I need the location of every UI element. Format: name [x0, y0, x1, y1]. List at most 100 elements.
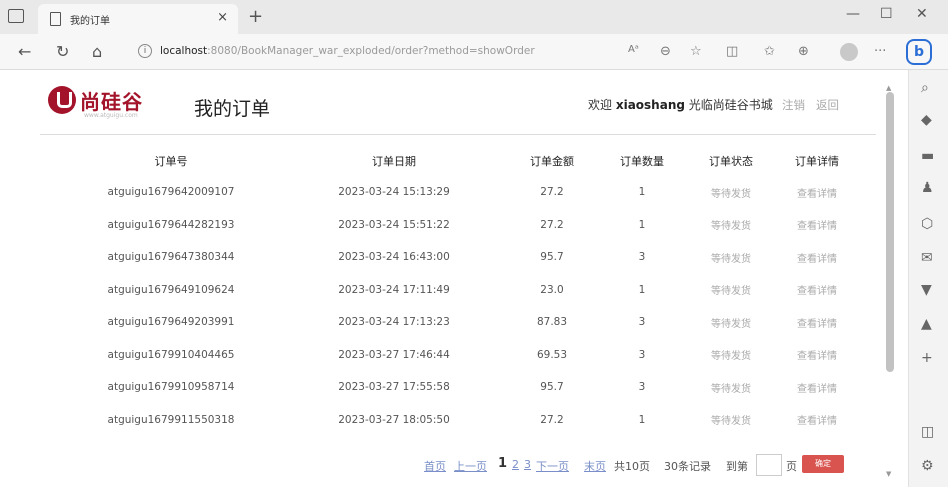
order-id: atguigu1679911550318: [107, 413, 235, 426]
profile-icon[interactable]: [840, 43, 858, 61]
order-detail-link[interactable]: 查看详情: [776, 371, 858, 404]
split-screen-icon[interactable]: ◫: [726, 44, 738, 59]
maximize-icon[interactable]: ☐: [880, 6, 893, 22]
order-detail-link[interactable]: 查看详情: [776, 176, 858, 209]
url-field[interactable]: i localhost:8080/BookManager_war_explode…: [132, 40, 602, 64]
page-link-3[interactable]: 3: [524, 458, 531, 471]
back-icon[interactable]: ←: [18, 42, 31, 61]
order-detail-link[interactable]: 查看详情: [776, 274, 858, 307]
tag-icon[interactable]: ◆: [921, 112, 932, 128]
refresh-icon[interactable]: ↻: [56, 42, 69, 61]
scroll-up-icon[interactable]: ▲: [886, 84, 891, 92]
order-id: atguigu1679910404465: [107, 348, 235, 361]
office-icon[interactable]: ⬡: [921, 216, 933, 232]
order-detail-link[interactable]: 查看详情: [776, 306, 858, 339]
tab-actions-icon[interactable]: [8, 9, 24, 23]
site-header: 尚硅谷 www.atguigu.com 我的订单 欢迎 xiaoshang 光临…: [40, 84, 872, 126]
order-id: atguigu1679642009107: [107, 186, 235, 199]
table-row: atguigu1679910958714 2023-03-27 17:55:58…: [60, 371, 858, 404]
outlook-icon[interactable]: ✉: [921, 250, 933, 266]
logout-link[interactable]: 注销: [782, 97, 805, 113]
first-page-link[interactable]: 首页: [424, 458, 446, 474]
bell-icon[interactable]: ▲: [921, 316, 932, 332]
collections-icon[interactable]: ⊕: [798, 44, 809, 59]
bing-copilot-icon[interactable]: b: [906, 39, 932, 65]
table-header-row: 订单号 订单日期 订单金额 订单数量 订单状态 订单详情: [60, 146, 858, 176]
order-count: 1: [638, 218, 646, 231]
favorite-add-icon[interactable]: ☆: [690, 44, 702, 59]
home-icon[interactable]: ⌂: [92, 42, 102, 61]
page-icon: [50, 12, 61, 26]
order-amount: 95.7: [540, 381, 564, 394]
games-icon[interactable]: ♟: [921, 180, 934, 196]
order-count: 3: [638, 251, 646, 264]
address-toolbar: ← ↻ ⌂ i localhost:8080/BookManager_war_e…: [0, 34, 948, 70]
order-date: 2023-03-27 18:05:50: [338, 413, 450, 426]
order-detail-link[interactable]: 查看详情: [776, 241, 858, 274]
confirm-button[interactable]: 确定: [802, 455, 844, 473]
site-info-icon[interactable]: i: [138, 44, 152, 58]
close-window-icon[interactable]: ✕: [916, 6, 928, 22]
split-view-icon[interactable]: ◫: [921, 424, 934, 440]
order-amount: 27.2: [540, 186, 564, 199]
last-page-link[interactable]: 末页: [584, 458, 606, 474]
column-header: 订单号: [154, 155, 188, 168]
order-date: 2023-03-24 16:43:00: [338, 251, 450, 264]
briefcase-icon[interactable]: ▬: [921, 148, 934, 164]
settings-icon[interactable]: ⚙: [921, 458, 934, 474]
back-link[interactable]: 返回: [816, 97, 839, 113]
current-page: 1: [498, 456, 508, 471]
order-id: atguigu1679649203991: [107, 316, 235, 329]
tab-close-icon[interactable]: ×: [217, 10, 228, 25]
shopping-icon[interactable]: ▼: [921, 282, 932, 298]
page-link-2[interactable]: 2: [512, 458, 519, 471]
total-records: 30条记录: [664, 460, 711, 473]
order-date: 2023-03-24 15:51:22: [338, 218, 450, 231]
more-icon[interactable]: ···: [874, 44, 886, 59]
order-detail-link[interactable]: 查看详情: [776, 404, 858, 437]
header-divider: [40, 134, 876, 135]
scroll-thumb[interactable]: [886, 92, 894, 372]
next-page-link[interactable]: 下一页: [536, 458, 569, 474]
order-status: 等待发货: [711, 383, 751, 395]
scroll-down-icon[interactable]: ▼: [886, 470, 891, 478]
page-title: 我的订单: [194, 98, 271, 120]
username: xiaoshang: [615, 98, 685, 112]
order-detail-link[interactable]: 查看详情: [776, 339, 858, 372]
browser-titlebar: 我的订单 × + — ☐ ✕: [0, 0, 948, 34]
order-id: atguigu1679644282193: [107, 218, 235, 231]
page-number-input[interactable]: [756, 454, 782, 476]
page-suffix: 页: [786, 460, 797, 473]
column-header: 订单日期: [372, 155, 416, 168]
order-date: 2023-03-27 17:46:44: [338, 348, 450, 361]
minimize-icon[interactable]: —: [846, 6, 860, 22]
favorites-icon[interactable]: ✩: [764, 44, 775, 59]
table-row: atguigu1679910404465 2023-03-27 17:46:44…: [60, 339, 858, 372]
add-icon[interactable]: +: [921, 350, 933, 366]
read-aloud-icon[interactable]: Aᵃ: [628, 44, 639, 55]
column-header: 订单状态: [709, 155, 753, 168]
search-icon[interactable]: ⌕: [921, 80, 929, 96]
column-header: 订单金额: [530, 155, 574, 168]
order-count: 3: [638, 348, 646, 361]
page-scrollbar[interactable]: ▲ ▼: [884, 84, 896, 480]
order-count: 1: [638, 413, 646, 426]
order-status: 等待发货: [711, 188, 751, 200]
order-amount: 95.7: [540, 251, 564, 264]
prev-page-link[interactable]: 上一页: [454, 458, 487, 474]
browser-tab[interactable]: 我的订单 ×: [38, 4, 238, 34]
zoom-icon[interactable]: ⊖: [660, 44, 671, 59]
order-date: 2023-03-24 17:11:49: [338, 283, 450, 296]
order-id: atguigu1679910958714: [107, 381, 235, 394]
order-count: 3: [638, 316, 646, 329]
goto-label: 到第: [726, 460, 748, 473]
browser-sidebar: ⌕ ◆ ▬ ♟ ⬡ ✉ ▼ ▲ + ◫ ⚙: [908, 70, 948, 487]
order-status: 等待发货: [711, 318, 751, 330]
table-row: atguigu1679644282193 2023-03-24 15:51:22…: [60, 209, 858, 242]
order-detail-link[interactable]: 查看详情: [776, 209, 858, 242]
order-id: atguigu1679647380344: [107, 251, 235, 264]
column-header: 订单详情: [795, 155, 839, 168]
order-status: 等待发货: [711, 253, 751, 265]
order-date: 2023-03-24 17:13:23: [338, 316, 450, 329]
new-tab-icon[interactable]: +: [248, 6, 263, 27]
